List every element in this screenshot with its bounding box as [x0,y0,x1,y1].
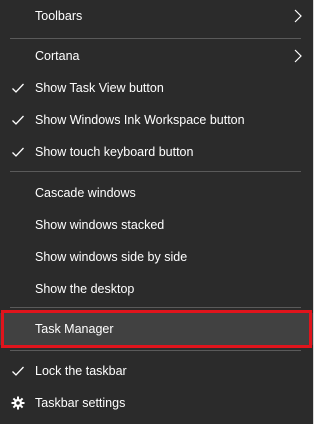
menu-item-toolbars[interactable]: Toolbars [0,0,313,32]
checkmark-icon [12,115,24,125]
menu-item-lock-taskbar[interactable]: Lock the taskbar [0,355,313,387]
menu-item-label: Lock the taskbar [35,364,127,378]
checkmark-icon [12,366,24,376]
menu-item-show-ink-workspace[interactable]: Show Windows Ink Workspace button [0,104,313,136]
menu-item-label: Show windows side by side [35,250,188,264]
menu-item-label: Show Windows Ink Workspace button [35,113,245,127]
menu-item-label: Show windows stacked [35,218,165,232]
menu-separator [10,171,301,172]
menu-item-task-manager[interactable]: Task Manager [0,313,313,345]
menu-item-label: Cortana [35,49,80,63]
menu-item-cortana[interactable]: Cortana [0,40,313,72]
menu-item-label: Cascade windows [35,186,136,200]
menu-item-show-windows-side-by-side[interactable]: Show windows side by side [0,241,313,273]
checkmark-icon [12,147,24,157]
checkmark-icon [12,83,24,93]
menu-item-show-touch-keyboard[interactable]: Show touch keyboard button [0,136,313,168]
gear-icon [11,396,25,410]
menu-item-label: Show touch keyboard button [35,145,194,159]
menu-separator [10,38,301,39]
menu-item-cascade-windows[interactable]: Cascade windows [0,177,313,209]
menu-separator [10,350,301,351]
window-edge [313,0,314,424]
taskbar-context-menu: Toolbars Cortana Show Task View button S… [0,0,313,424]
menu-item-label: Taskbar settings [35,396,126,410]
menu-item-show-task-view[interactable]: Show Task View button [0,72,313,104]
menu-separator [10,307,301,308]
menu-item-show-desktop[interactable]: Show the desktop [0,273,313,305]
menu-item-label: Show Task View button [35,81,164,95]
menu-item-show-windows-stacked[interactable]: Show windows stacked [0,209,313,241]
menu-item-label: Task Manager [35,322,114,336]
menu-item-label: Toolbars [35,9,83,23]
menu-item-label: Show the desktop [35,282,135,296]
menu-item-taskbar-settings[interactable]: Taskbar settings [0,387,313,419]
chevron-right-icon [294,49,302,63]
chevron-right-icon [294,9,302,23]
